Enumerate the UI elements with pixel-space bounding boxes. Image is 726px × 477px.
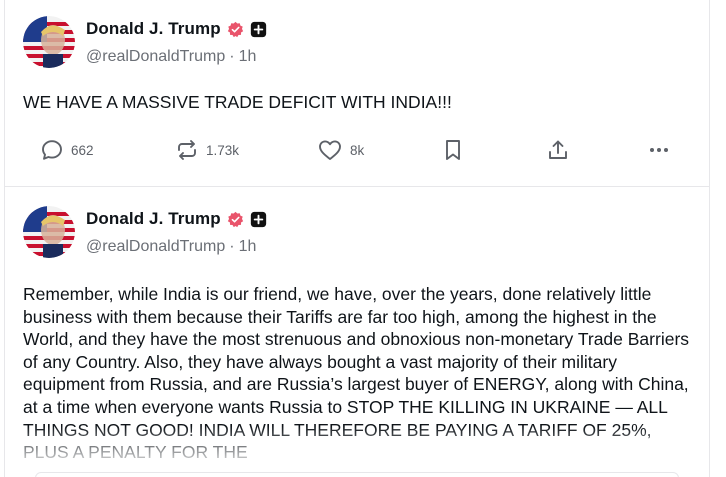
post-time[interactable]: 1h	[239, 238, 257, 255]
bottom-card-edge	[35, 472, 679, 477]
separator: ·	[229, 238, 235, 255]
author-display-name[interactable]: Donald J. Trump	[86, 209, 221, 229]
verified-badge-icon	[227, 211, 243, 227]
plus-badge-icon	[250, 211, 266, 227]
author-handle-line: @realDonaldTrump · 1h	[86, 236, 256, 258]
feed: Donald J. Trump @realDonaldTrump · 1h WE H…	[4, 0, 710, 477]
post[interactable]: Donald J. Trump @realDonaldTrump · 1h Reme…	[5, 0, 709, 477]
avatar[interactable]	[23, 206, 75, 258]
author-handle[interactable]: @realDonaldTrump	[86, 238, 225, 255]
author-name-line: Donald J. Trump	[86, 207, 267, 231]
post-text: Remember, while India is our friend, we …	[23, 284, 690, 463]
